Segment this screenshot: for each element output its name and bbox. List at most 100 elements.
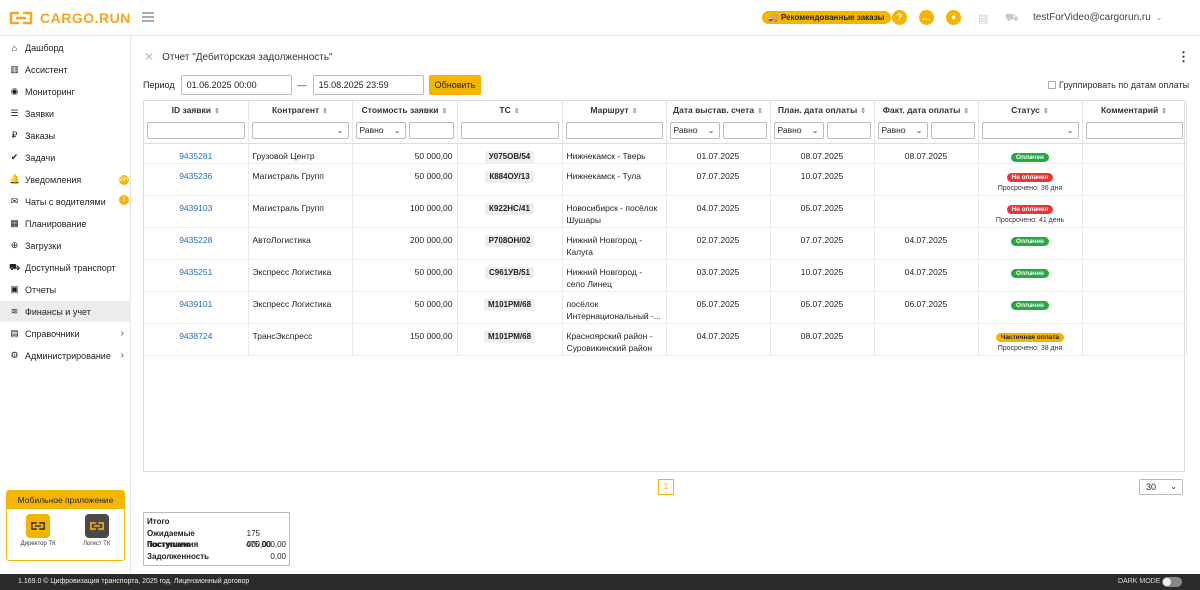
column-header[interactable]: Дата выстав. счета ⇕ [666,101,771,119]
route-filter-input[interactable] [565,122,663,140]
chevron-down-icon: ⌄ [1170,482,1177,491]
sidebar-item-requests[interactable]: ☰ Заявки [0,103,131,124]
column-header[interactable]: Факт. дата оплаты ⇕ [874,101,979,119]
column-header[interactable]: Статус ⇕ [978,101,1083,119]
sort-icon: ⇕ [963,108,970,115]
date-from-input[interactable]: 01.06.2025 00:00 [180,75,292,95]
column-header[interactable]: ID заявки ⇕ [144,101,249,119]
more-options-icon[interactable]: ⋮ [1177,49,1190,65]
vehicle-plate: К884ОУ/13 [485,170,534,183]
totals-panel: Итого Ожидаемые поступления 175 000,00 По… [143,512,290,566]
sidebar-item-dashboard[interactable]: ⌂ Дашборд [0,37,131,58]
sidebar-item-tasks[interactable]: ✔ Задачи [0,147,131,168]
request-id-link[interactable]: 9435281 [179,151,212,161]
table-row[interactable]: 9435251 Экспресс Логистика 50 000,00 С961УВ… [144,259,1187,292]
user-menu[interactable]: testForVideo@cargorun.ru ⌄ [1033,12,1162,23]
comment-filter-input[interactable] [1085,122,1183,140]
totals-title: Итого [147,517,170,526]
notifications-badge: 99+ [119,174,130,185]
logo[interactable]: CARGO.RUN [8,10,131,26]
request-id-link[interactable]: 9438724 [179,331,212,341]
group-checkbox[interactable] [1048,81,1056,89]
close-icon[interactable]: ✕ [144,50,154,64]
fact-date-operator-select[interactable]: Равно ⌄ [877,122,928,140]
plan-date-cell: 08.07.2025 [800,150,844,161]
request-id-link[interactable]: 9435228 [179,235,212,245]
column-header[interactable]: Маршрут ⇕ [562,101,667,119]
logo-icon [8,11,34,25]
fire-icon[interactable]: ♦ [946,10,961,25]
contractor-cell: ТрансЭкспресс [252,330,313,341]
chevron-down-icon: ⌄ [811,126,819,136]
contractor-filter-select[interactable]: ⌄ [251,122,349,140]
menu-toggle-icon[interactable] [142,12,154,22]
sidebar-item-administration[interactable]: ⚙ Администрирование › [0,345,131,366]
logist-app-link[interactable]: Логист ТК [83,514,110,547]
plan-date-filter-input[interactable] [826,122,871,140]
plan-date-cell: 07.07.2025 [800,234,844,245]
request-id-link[interactable]: 9435251 [179,267,212,277]
chat-icon[interactable]: … [919,10,934,25]
sidebar-item-references[interactable]: ▤ Справочники › [0,323,131,344]
group-by-payment-date[interactable]: Группировать по датам оплаты [1048,80,1189,90]
chat-bubble-icon: ✉ [10,196,19,206]
vehicle-filter-input[interactable] [460,122,559,140]
recommended-orders-button[interactable]: 🚚 Рекомендованные заказы [762,11,891,24]
sidebar-item-monitoring[interactable]: ◉ Мониторинг [0,81,131,102]
plan-date-operator-select[interactable]: Равно ⌄ [773,122,824,140]
invoice-date-operator-select[interactable]: Равно ⌄ [669,122,720,140]
table-row[interactable]: 9435281 Грузовой Центр 50 000,00 У075ОВ/54 Н… [144,143,1187,164]
truck-icon: ⛟ [9,261,21,272]
sidebar-item-reports[interactable]: ▣ Отчеты [0,279,131,300]
sidebar: ⌂ Дашборд ▥ Ассистент ◉ Мониторинг ☰ Заявки … [0,36,131,574]
table-row[interactable]: 9435236 Магистраль Групп 50 000,00 К884ОУ/1… [144,163,1187,196]
cost-cell: 150 000,00 [409,330,453,341]
vehicle-plate: У075ОВ/54 [484,150,535,163]
invoice-date-cell: 01.07.2025 [696,150,740,161]
sidebar-item-orders[interactable]: ₽ Заказы [0,125,131,146]
table-row[interactable]: 9439101 Экспресс Логистика 50 000,00 М101РМ… [144,291,1187,324]
sidebar-item-planning[interactable]: ▦ Планирование [0,213,131,234]
column-header[interactable]: Стоимость заявки ⇕ [352,101,458,119]
chevron-down-icon: ⌄ [393,126,401,136]
per-page-select[interactable]: 30 ⌄ [1139,479,1183,495]
date-to-input[interactable]: 15.08.2025 23:59 [312,75,424,95]
sidebar-item-assistant[interactable]: ▥ Ассистент [0,59,131,80]
id-filter-input[interactable] [147,122,245,140]
sidebar-item-loads[interactable]: ⊕ Загрузки [0,235,131,256]
fact-date-cell: 04.07.2025 [904,234,948,245]
vehicle-plate: К922НС/41 [485,202,534,215]
invoice-date-filter-input[interactable] [722,122,767,140]
help-icon[interactable]: ? [892,10,907,25]
cost-operator-select[interactable]: Равно ⌄ [355,122,406,140]
table-row[interactable]: 9439103 Магистраль Групп 100 000,00 К922НС/… [144,195,1187,228]
table-row[interactable]: 9438724 ТрансЭкспресс 150 000,00 М101РМ/68 К… [144,323,1187,356]
status-badge: Оплачен [1011,236,1049,246]
footer-text: 1.169.0 © Цифровизация транспорта, 2025 … [18,578,250,585]
cost-filter-input[interactable] [408,122,454,140]
dark-mode-toggle[interactable] [1162,577,1182,587]
sidebar-item-notifications[interactable]: 🔔 Уведомления 99+ [0,169,131,190]
request-id-link[interactable]: 9439103 [179,203,212,213]
column-header[interactable]: ТС ⇕ [457,101,563,119]
sidebar-item-available-transport[interactable]: ⛟ Доступный транспорт [0,257,131,278]
column-header[interactable]: Контрагент ⇕ [248,101,353,119]
status-filter-select[interactable]: ⌄ [981,122,1079,140]
request-id-link[interactable]: 9435236 [179,171,212,181]
document-icon[interactable]: ▤ [978,12,988,25]
director-app-link[interactable]: Директор ТК [21,514,56,547]
update-button[interactable]: Обновить [428,75,482,95]
column-header[interactable]: План. дата оплаты ⇕ [770,101,875,119]
location-icon: ◉ [10,86,19,96]
request-id-link[interactable]: 9439101 [179,299,212,309]
fact-date-filter-input[interactable] [930,122,975,140]
chevron-down-icon: ⌄ [1066,126,1074,136]
ruble-icon: ₽ [11,130,18,140]
sort-icon: ⇕ [631,108,638,115]
delivery-truck-icon[interactable]: ⛟ [1005,12,1019,26]
sidebar-item-driver-chats[interactable]: ✉ Чаты с водителями 1 [0,191,131,212]
table-row[interactable]: 9435228 АвтоЛогистика 200 000,00 Р708ОН/02 Н… [144,227,1187,260]
sidebar-item-finance[interactable]: ≋ Финансы и учет [0,301,131,322]
column-header[interactable]: Комментарий ⇕ [1082,101,1187,119]
page-1-button[interactable]: 1 [658,479,674,495]
